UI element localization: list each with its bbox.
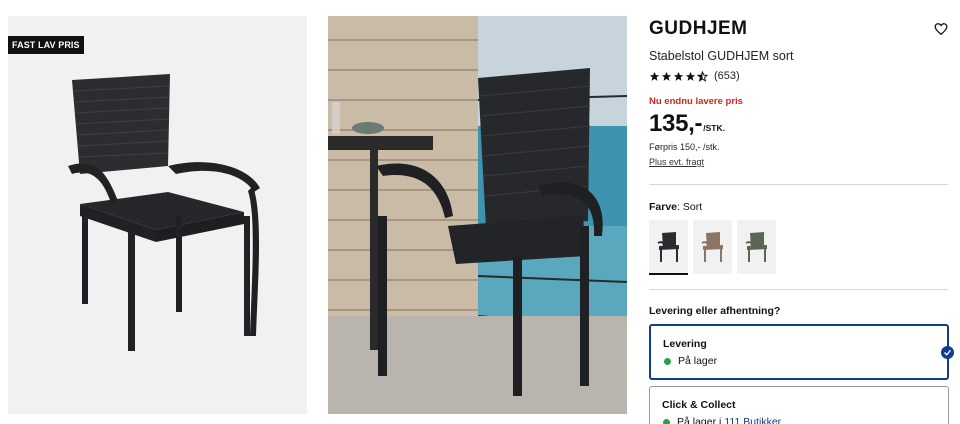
product-rating[interactable]: (653) [649,70,740,82]
product-image-main[interactable]: FAST LAV PRIS [8,16,307,414]
color-label-title: Farve [649,201,678,213]
option-title: Levering [663,338,707,350]
check-icon [941,346,954,359]
star-icon [661,71,672,81]
stock-status-text: På lager i [677,416,722,424]
price-value: 135,- [649,110,703,137]
star-icon [673,71,684,81]
delivery-option-click-collect[interactable]: Click & Collect På lager i 111 Butikker [649,386,949,424]
lifestyle-photo [328,16,627,414]
stock-status: På lager [664,355,717,367]
rating-stars [649,70,708,82]
price-unit: /STK. [703,123,725,133]
chair-thumbnail [657,232,679,262]
star-icon [685,71,696,81]
swatch-brun[interactable] [693,220,732,274]
freight-link[interactable]: Plus evt. fragt [649,157,704,167]
option-title: Click & Collect [662,399,736,411]
stores-link[interactable]: 111 Butikker [724,416,781,424]
star-icon [649,71,660,81]
favorite-heart-icon[interactable] [934,22,948,36]
in-stock-dot-icon [664,357,671,365]
promo-text: Nu endnu lavere pris [649,96,743,107]
delivery-option-levering[interactable]: Levering På lager [649,324,954,380]
product-image-lifestyle[interactable] [328,16,627,414]
delivery-title: Levering eller afhentning? [649,305,781,317]
chair-thumbnail [745,232,767,262]
color-value: : Sort [677,201,703,213]
in-stock-dot-icon [663,418,670,424]
swatch-sort[interactable] [649,220,688,275]
rating-count: (653) [714,70,740,82]
divider [649,289,948,290]
stock-status: På lager i 111 Butikker [663,416,781,424]
divider [649,184,948,185]
price: 135,- /STK. [649,110,725,138]
product-brand: GUDHJEM [649,18,748,39]
price-badge: FAST LAV PRIS [8,36,84,54]
chair-image [68,74,260,351]
before-price: Førpris 150,- /stk. [649,142,720,152]
star-half-icon [697,70,708,82]
stock-status-text: På lager [678,355,718,367]
color-label: Farve: Sort [649,201,702,213]
product-subtitle: Stabelstol GUDHJEM sort [649,49,794,63]
swatch-groen[interactable] [737,220,776,274]
chair-thumbnail [701,232,723,262]
